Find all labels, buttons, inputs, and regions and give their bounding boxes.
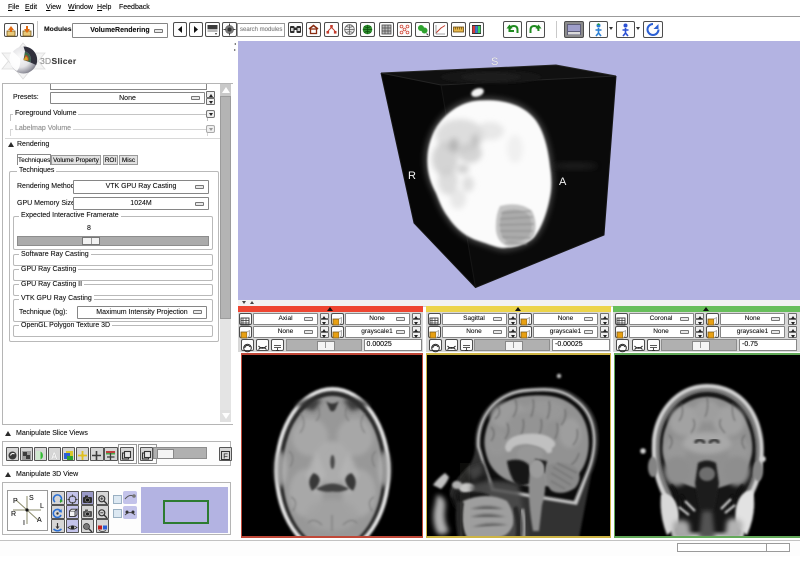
svg-text:S: S — [29, 495, 34, 502]
svg-text:I: I — [23, 520, 25, 527]
svg-text:A: A — [37, 517, 42, 524]
svg-text:A: A — [51, 451, 58, 461]
svg-text:A: A — [559, 176, 567, 188]
svg-text:L: L — [40, 503, 44, 510]
svg-text:R: R — [11, 511, 16, 518]
svg-text:R: R — [408, 170, 416, 182]
svg-text:F: F — [223, 452, 228, 461]
svg-text:P: P — [13, 498, 18, 505]
svg-text:S: S — [491, 56, 498, 68]
